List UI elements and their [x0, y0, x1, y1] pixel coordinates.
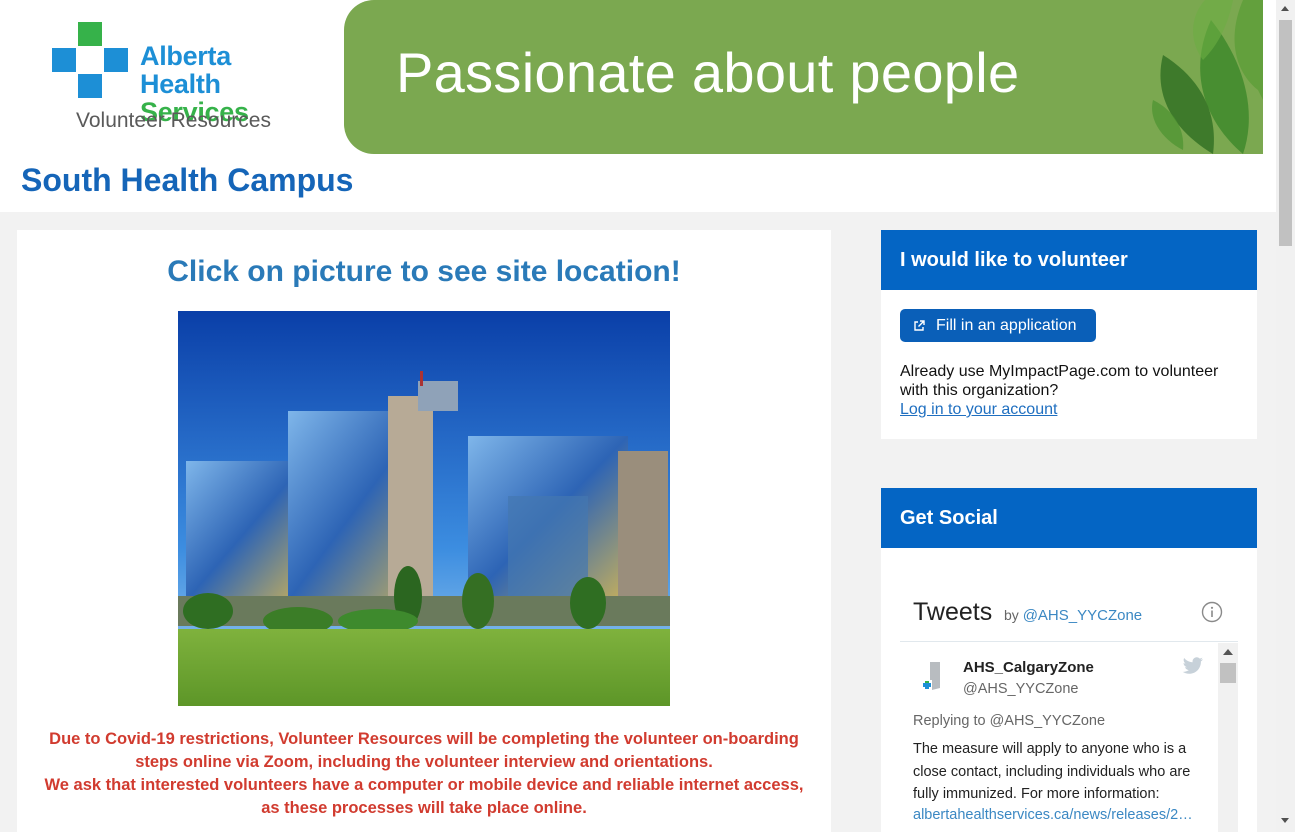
tweet-author-handle[interactable]: @AHS_YYCZone: [963, 681, 1078, 697]
notice-line2: We ask that interested volunteers have a…: [44, 776, 804, 817]
page-scroll-thumb[interactable]: [1279, 20, 1292, 246]
tweet-reply-to: Replying to @AHS_YYCZone: [913, 713, 1106, 729]
notice-line1: Due to Covid-19 restrictions, Volunteer …: [49, 730, 799, 771]
tweets-title: Tweets: [913, 598, 993, 626]
page-scrollbar[interactable]: [1276, 0, 1295, 832]
scroll-up-arrow-icon[interactable]: [1223, 649, 1233, 655]
social-card: Get Social Tweets by @AHS_YYCZone AHS_Ca…: [881, 488, 1257, 832]
ahs-logo[interactable]: Alberta Health Services Volunteer Resour…: [52, 22, 312, 137]
tweet-timeline: AHS_CalgaryZone @AHS_YYCZone Replying to…: [900, 643, 1238, 832]
banner-text: Passionate about people: [396, 41, 1020, 104]
scroll-down-arrow-icon[interactable]: [1281, 818, 1289, 823]
tweet-scrollbar[interactable]: [1218, 643, 1238, 832]
ahs-cross-icon: [52, 22, 128, 98]
page-title: South Health Campus: [21, 162, 354, 198]
tweet-author-name[interactable]: AHS_CalgaryZone: [963, 659, 1094, 676]
volunteer-card-title: I would like to volunteer: [881, 230, 1257, 290]
social-card-title: Get Social: [881, 488, 1257, 548]
scroll-thumb[interactable]: [1220, 663, 1236, 683]
logo-subtitle: Volunteer Resources: [76, 109, 271, 132]
fill-application-button[interactable]: Fill in an application: [900, 309, 1096, 342]
external-link-icon: [914, 319, 925, 331]
site-photo[interactable]: [178, 311, 670, 706]
leaves-decoration-icon: [1152, 0, 1263, 154]
avatar[interactable]: [918, 660, 948, 692]
logo-line1: Alberta Health: [140, 41, 231, 99]
info-icon[interactable]: [1201, 601, 1223, 623]
tweets-by-prefix: by: [1004, 607, 1019, 623]
volunteer-card: I would like to volunteer Fill in an app…: [881, 230, 1257, 439]
tweets-by: by @AHS_YYCZone: [1004, 607, 1142, 624]
banner: Passionate about people: [344, 0, 1263, 154]
main-heading: Click on picture to see site location!: [167, 255, 681, 288]
scroll-up-arrow-icon[interactable]: [1281, 6, 1289, 11]
building-photo-image: [178, 311, 670, 706]
login-link[interactable]: Log in to your account: [900, 401, 1057, 419]
covid-notice: Due to Covid-19 restrictions, Volunteer …: [37, 728, 811, 820]
site-header: Alberta Health Services Volunteer Resour…: [0, 0, 1276, 212]
fill-application-label: Fill in an application: [936, 316, 1077, 334]
tweets-header: Tweets by @AHS_YYCZone: [900, 584, 1238, 642]
already-use-text: Already use MyImpactPage.com to voluntee…: [900, 363, 1219, 399]
tweet-link[interactable]: albertahealthservices.ca/news/releases/2…: [913, 807, 1198, 823]
tweet-text: The measure will apply to anyone who is …: [913, 741, 1191, 802]
twitter-bird-icon[interactable]: [1182, 657, 1204, 675]
main-content-card: Click on picture to see site location! D…: [17, 230, 831, 832]
tweets-by-handle[interactable]: @AHS_YYCZone: [1023, 607, 1142, 624]
twitter-widget: Tweets by @AHS_YYCZone AHS_CalgaryZone @…: [900, 584, 1238, 832]
